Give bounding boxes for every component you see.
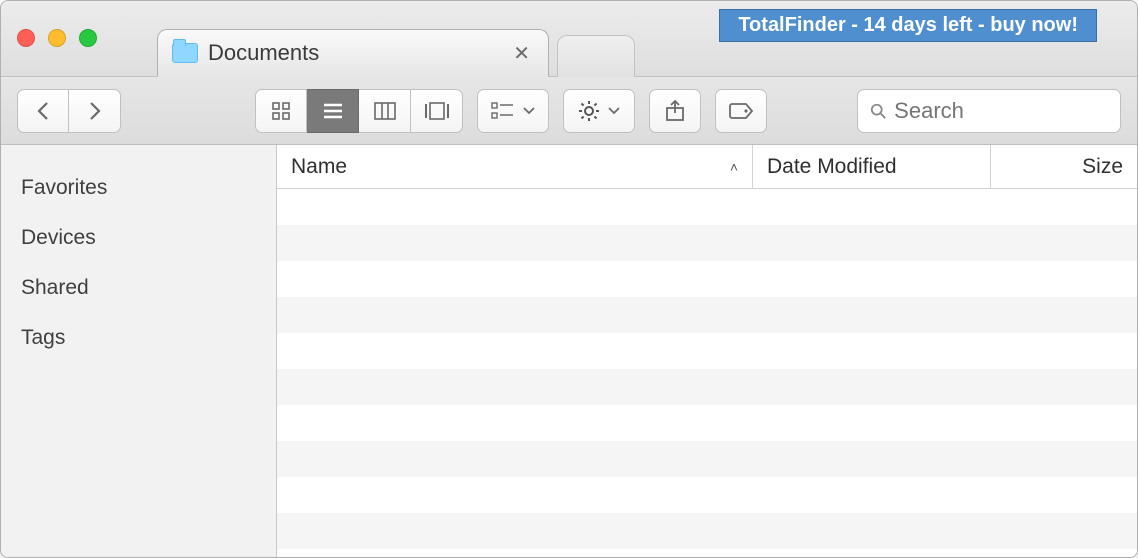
column-label: Name — [291, 155, 347, 179]
titlebar: TotalFinder - 14 days left - buy now! Do… — [1, 1, 1137, 77]
sidebar-item-favorites[interactable]: Favorites — [1, 163, 276, 213]
content-area: Name ˄ Date Modified Size — [277, 145, 1137, 557]
column-header-name[interactable]: Name ˄ — [277, 145, 753, 188]
gear-icon — [578, 100, 600, 122]
table-row — [277, 369, 1137, 405]
sidebar-item-tags[interactable]: Tags — [1, 313, 276, 363]
forward-button[interactable] — [69, 89, 121, 133]
column-headers: Name ˄ Date Modified Size — [277, 145, 1137, 189]
column-label: Date Modified — [767, 155, 897, 179]
file-rows — [277, 189, 1137, 557]
tab-close-button[interactable]: ✕ — [509, 41, 534, 66]
tags-button[interactable] — [715, 89, 767, 133]
column-view-button[interactable] — [359, 89, 411, 133]
arrange-button[interactable] — [477, 89, 549, 133]
share-button[interactable] — [649, 89, 701, 133]
view-switcher — [255, 89, 463, 133]
tab-bar: Documents ✕ — [1, 21, 1137, 77]
table-row — [277, 225, 1137, 261]
nav-buttons — [17, 89, 121, 133]
list-view-button[interactable] — [307, 89, 359, 133]
tag-icon — [728, 102, 754, 120]
arrange-icon — [491, 102, 515, 120]
table-row — [277, 189, 1137, 225]
table-row — [277, 261, 1137, 297]
sidebar: Favorites Devices Shared Tags — [1, 145, 277, 557]
chevron-left-icon — [36, 101, 50, 121]
grid-icon — [271, 101, 291, 121]
table-row — [277, 513, 1137, 549]
sidebar-item-devices[interactable]: Devices — [1, 213, 276, 263]
table-row — [277, 297, 1137, 333]
columns-icon — [374, 102, 396, 120]
icon-view-button[interactable] — [255, 89, 307, 133]
action-menu-button[interactable] — [563, 89, 635, 133]
column-header-date[interactable]: Date Modified — [753, 145, 991, 188]
list-icon — [322, 102, 344, 120]
table-row — [277, 441, 1137, 477]
search-input[interactable] — [894, 98, 1108, 124]
chevron-right-icon — [88, 101, 102, 121]
table-row — [277, 405, 1137, 441]
share-icon — [665, 100, 685, 122]
sort-ascending-icon: ˄ — [730, 159, 738, 175]
coverflow-icon — [424, 102, 450, 120]
column-label: Size — [1082, 155, 1123, 179]
new-tab-button[interactable] — [557, 35, 635, 77]
finder-window: TotalFinder - 14 days left - buy now! Do… — [0, 0, 1138, 558]
chevron-down-icon — [523, 107, 535, 115]
table-row — [277, 333, 1137, 369]
tab-documents[interactable]: Documents ✕ — [157, 29, 549, 77]
folder-icon — [172, 43, 198, 63]
tab-label: Documents — [208, 40, 499, 66]
column-header-size[interactable]: Size — [991, 145, 1137, 188]
sidebar-item-shared[interactable]: Shared — [1, 263, 276, 313]
coverflow-view-button[interactable] — [411, 89, 463, 133]
body: Favorites Devices Shared Tags Name ˄ Dat… — [1, 145, 1137, 557]
search-icon — [870, 102, 886, 120]
back-button[interactable] — [17, 89, 69, 133]
table-row — [277, 477, 1137, 513]
toolbar — [1, 77, 1137, 145]
chevron-down-icon — [608, 107, 620, 115]
search-field[interactable] — [857, 89, 1121, 133]
